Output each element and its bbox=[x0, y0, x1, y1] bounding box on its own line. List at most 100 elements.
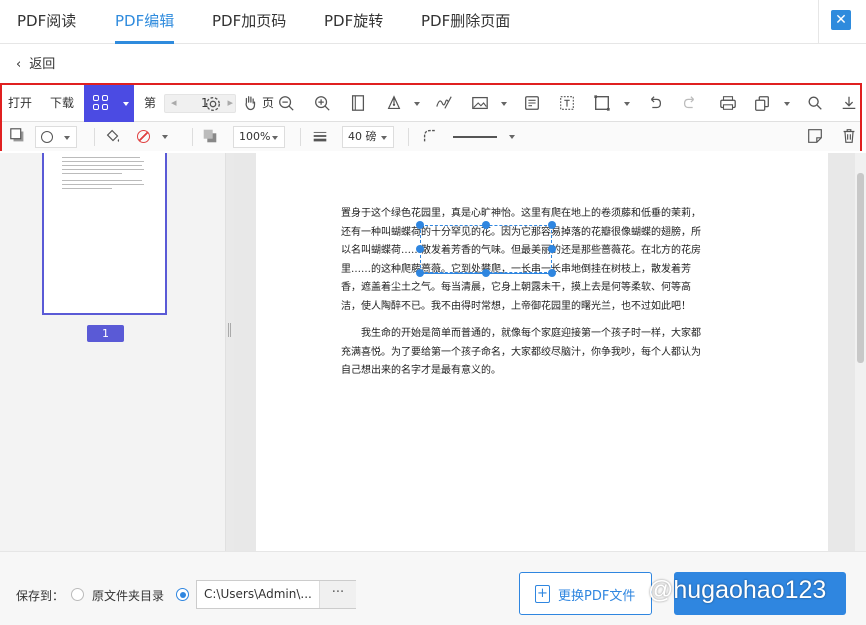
chevron-down-icon[interactable] bbox=[624, 102, 630, 106]
tab-pdf-edit[interactable]: PDF编辑 bbox=[115, 0, 175, 44]
shadow-style-icon[interactable] bbox=[8, 126, 28, 146]
no-color-icon bbox=[137, 130, 150, 143]
option-original-folder-label: 原文件夹目录 bbox=[92, 589, 165, 603]
chevron-down-icon bbox=[381, 136, 387, 140]
page-prefix-label: 第 bbox=[144, 96, 157, 110]
chevron-down-icon[interactable] bbox=[784, 102, 790, 106]
close-icon[interactable]: ✕ bbox=[831, 10, 851, 30]
replace-pdf-button[interactable]: + 更换PDF文件 bbox=[519, 572, 652, 615]
replace-pdf-label: 更换PDF文件 bbox=[558, 589, 636, 604]
thumbnail-text-line bbox=[62, 188, 112, 189]
line-width-select[interactable]: 40 磅 bbox=[342, 126, 394, 148]
tab-pdf-page-number[interactable]: PDF加页码 bbox=[212, 0, 286, 44]
chevron-down-icon[interactable] bbox=[414, 102, 420, 106]
panel-splitter[interactable] bbox=[226, 153, 234, 551]
line-style-select[interactable] bbox=[445, 126, 521, 148]
settings-icon[interactable] bbox=[203, 94, 223, 114]
browse-button[interactable]: ··· bbox=[319, 581, 356, 608]
document-paragraph[interactable]: 我生命的开始是简单而普通的，就像每个家庭迎接第一个孩子时一样，大家都充满喜悦。为… bbox=[341, 325, 709, 381]
signature-icon[interactable] bbox=[434, 93, 454, 113]
page-suffix-label: 页 bbox=[262, 96, 275, 110]
selection-box[interactable] bbox=[420, 225, 552, 273]
resize-handle[interactable] bbox=[548, 221, 556, 229]
search-icon[interactable] bbox=[805, 93, 825, 113]
resize-handle[interactable] bbox=[548, 245, 556, 253]
toolbar-row-properties: 100% 40 磅 bbox=[2, 122, 860, 151]
zoom-out-icon[interactable] bbox=[276, 93, 296, 113]
fit-page-icon[interactable] bbox=[348, 93, 368, 113]
color-select[interactable] bbox=[132, 126, 174, 148]
pdf-page[interactable]: 置身于这个绿色花园里，真是心旷神怡。这里有爬在地上的卷须藤和低垂的茉莉，还有一种… bbox=[256, 153, 828, 551]
hand-tool-icon[interactable] bbox=[240, 93, 260, 113]
resize-handle[interactable] bbox=[416, 269, 424, 277]
tab-pdf-rotate[interactable]: PDF旋转 bbox=[324, 0, 383, 44]
print-icon[interactable] bbox=[718, 93, 738, 113]
radio-original-folder[interactable] bbox=[71, 588, 84, 601]
copy-icon[interactable] bbox=[752, 93, 772, 113]
vertical-scrollbar[interactable] bbox=[855, 153, 866, 551]
resize-handle[interactable] bbox=[416, 245, 424, 253]
fill-bucket-icon[interactable] bbox=[103, 126, 123, 146]
tab-pdf-read[interactable]: PDF阅读 bbox=[17, 0, 76, 44]
trash-icon[interactable] bbox=[839, 126, 859, 146]
divider bbox=[300, 128, 301, 146]
tab-pdf-delete-page[interactable]: PDF删除页面 bbox=[421, 0, 510, 44]
thumbnail-text-line bbox=[62, 173, 122, 174]
chevron-down-icon bbox=[123, 102, 129, 106]
image-icon[interactable] bbox=[470, 93, 490, 113]
save-path-field[interactable]: C:\Users\Admin\... ··· bbox=[196, 580, 356, 609]
save-to-label: 保存到： bbox=[16, 589, 65, 603]
sticky-note-icon[interactable] bbox=[805, 126, 825, 146]
circle-icon bbox=[41, 131, 53, 143]
thumbnail-text-line bbox=[62, 180, 142, 181]
watermark: @hugaohao123 bbox=[648, 576, 827, 604]
open-button[interactable]: 打开 bbox=[8, 94, 32, 111]
view-mode-button[interactable] bbox=[84, 85, 134, 122]
thumbnail-text-line bbox=[62, 169, 144, 170]
zoom-in-icon[interactable] bbox=[312, 93, 332, 113]
thumbnail-text-line bbox=[62, 165, 142, 166]
resize-handle[interactable] bbox=[482, 221, 490, 229]
chevron-down-icon bbox=[509, 135, 515, 139]
solid-line-icon bbox=[453, 136, 497, 138]
radio-custom-path[interactable] bbox=[176, 588, 189, 601]
corner-style-icon[interactable] bbox=[420, 126, 440, 146]
next-page-icon[interactable]: ▸ bbox=[227, 96, 233, 109]
rectangle-icon[interactable] bbox=[592, 93, 612, 113]
back-label: 返回 bbox=[29, 57, 56, 72]
thumbnail-panel: 1 bbox=[0, 153, 226, 551]
resize-handle[interactable] bbox=[482, 269, 490, 277]
resize-handle[interactable] bbox=[416, 221, 424, 229]
text-box-icon[interactable] bbox=[557, 93, 577, 113]
divider bbox=[192, 128, 193, 146]
thumbnail-text-line bbox=[62, 184, 144, 185]
page-number-badge[interactable]: 1 bbox=[87, 325, 124, 342]
download-button[interactable]: 下载 bbox=[50, 94, 74, 111]
download-icon[interactable] bbox=[839, 93, 859, 113]
opacity-value: 100% bbox=[239, 130, 271, 143]
opacity-icon bbox=[200, 126, 220, 146]
divider bbox=[408, 128, 409, 146]
pen-icon[interactable] bbox=[384, 93, 404, 113]
tab-bar: PDF阅读 PDF编辑 PDF加页码 PDF旋转 PDF删除页面 ✕ bbox=[0, 0, 866, 44]
grip-icon bbox=[228, 323, 231, 337]
divider bbox=[818, 0, 819, 44]
grid-icon bbox=[93, 95, 109, 111]
chevron-down-icon bbox=[64, 136, 70, 140]
page-thumbnail[interactable] bbox=[42, 153, 167, 315]
chevron-down-icon[interactable] bbox=[501, 102, 507, 106]
resize-handle[interactable] bbox=[548, 269, 556, 277]
back-button[interactable]: ‹ 返回 bbox=[16, 53, 55, 72]
chevron-left-icon: ‹ bbox=[16, 57, 22, 72]
redo-icon[interactable] bbox=[680, 93, 700, 113]
prev-page-icon[interactable]: ◂ bbox=[171, 96, 177, 109]
page-number-input[interactable]: ◂ 1 ▸ bbox=[164, 94, 236, 113]
undo-icon[interactable] bbox=[645, 93, 665, 113]
document-viewer: 置身于这个绿色花园里，真是心旷神怡。这里有爬在地上的卷须藤和低垂的茉莉，还有一种… bbox=[234, 153, 866, 551]
add-file-icon: + bbox=[535, 585, 550, 603]
opacity-select[interactable]: 100% bbox=[233, 126, 285, 148]
toolbar-row-main: 打开 下载 第 ◂ 1 ▸ 页 bbox=[2, 85, 860, 122]
note-icon[interactable] bbox=[522, 93, 542, 113]
scrollbar-thumb[interactable] bbox=[857, 173, 864, 363]
shape-select[interactable] bbox=[35, 126, 77, 148]
